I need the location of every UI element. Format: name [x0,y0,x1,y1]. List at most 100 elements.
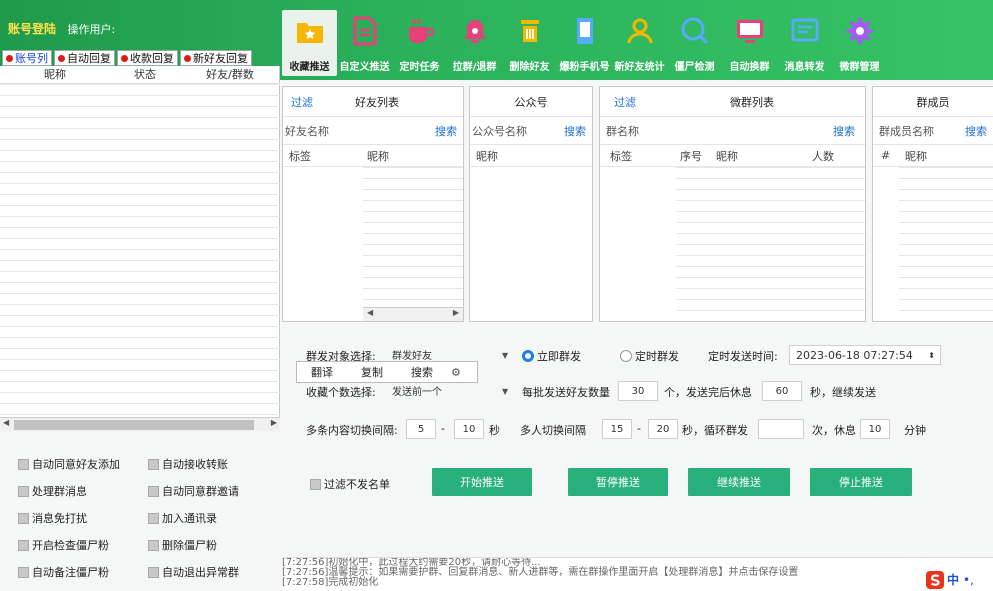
tool-custom-push[interactable]: 自定义推送 [337,10,392,76]
chk-auto-accept-group-invite[interactable]: 自动同意群邀请 [148,483,239,499]
chk-handle-group-msg[interactable]: 处理群消息 [18,483,87,499]
col-nickname[interactable]: 昵称 [716,148,812,164]
groups-search-button[interactable]: 搜索 [833,123,855,139]
chevron-down-icon[interactable]: ▼ [502,387,508,396]
members-list-body[interactable] [873,167,993,321]
scroll-thumb[interactable] [14,420,254,430]
friends-hscroll[interactable]: ◀ ▶ [363,307,463,321]
tool-zombie-check[interactable]: 僵尸检测 [667,10,722,76]
chk-check-zombie[interactable]: 开启检查僵尸粉 [18,537,109,553]
friends-filter-link[interactable]: 过滤 [291,94,313,110]
batch-count-input[interactable]: 30 [618,381,658,401]
ime-indicator[interactable]: 中 •, [926,568,993,591]
col-friend-group-count[interactable]: 好友/群数 [180,66,280,83]
members-search-input[interactable]: 群成员名称 [879,123,934,139]
log-line: [7:27:58]完成初始化 [282,577,379,588]
person-min-input[interactable]: 15 [602,419,632,439]
scroll-left-icon[interactable]: ◀ [3,418,9,427]
tool-label: 爆粉手机号 [559,62,610,73]
tool-delete-friend[interactable]: 删除好友 [502,10,557,76]
tool-join-leave-group[interactable]: 拉群/退群 [447,10,502,76]
search-icon [680,16,710,46]
resume-push-button[interactable]: 继续推送 [688,468,790,496]
timed-send-label: 定时发送时间: [708,350,778,363]
log-output[interactable]: [7:27:56]初始化中，此过程大约需要20秒，请耐心等待... [7:27:… [282,557,993,591]
multi-max-input[interactable]: 10 [454,419,484,439]
login-title[interactable]: 账号登陆 [8,22,56,36]
tool-new-friend-stats[interactable]: 新好友统计 [612,10,667,76]
chk-auto-accept-friend[interactable]: 自动同意好友添加 [18,456,120,472]
loop-count-input[interactable] [758,419,804,439]
tool-label: 拉群/退群 [452,62,497,73]
tab-auto-reply[interactable]: 自动回复 [54,50,115,66]
chk-delete-zombie[interactable]: 删除僵尸粉 [148,537,217,553]
official-list-body[interactable] [470,167,592,321]
col-index[interactable]: 序号 [680,148,716,164]
left-tabs: 账号列 自动回复 收款回复 新好友回复 [2,50,278,66]
scroll-left-icon[interactable]: ◀ [367,308,373,317]
col-nickname[interactable]: 昵称 [905,148,927,164]
range-dash: - [441,422,445,435]
fav-count-select[interactable]: 发送前一个 [386,381,514,399]
target-select-value: 群发好友 [392,350,432,362]
chk-auto-receive-transfer[interactable]: 自动接收转账 [148,456,228,472]
tool-auto-switch-group[interactable]: 自动换群 [722,10,777,76]
chk-label: 删除僵尸粉 [162,539,217,552]
search-action[interactable]: 搜索 [397,364,447,380]
chk-auto-quit-abnormal-group[interactable]: 自动退出异常群 [148,564,239,580]
multi-min-input[interactable]: 5 [406,419,436,439]
copy-action[interactable]: 复制 [347,364,397,380]
scroll-right-icon[interactable]: ▶ [453,308,459,317]
tool-group-manage[interactable]: 微群管理 [832,10,887,76]
radio-send-timed[interactable]: 定时群发 [620,348,679,364]
horizontal-scrollbar[interactable]: ◀ ▶ [0,417,280,431]
scroll-right-icon[interactable]: ▶ [271,418,277,427]
tab-account-list[interactable]: 账号列 [2,50,52,66]
col-nickname[interactable]: 昵称 [367,148,389,164]
col-nickname[interactable]: 昵称 [476,148,498,164]
groups-search-input[interactable]: 群名称 [606,123,639,139]
official-search-button[interactable]: 搜索 [564,123,586,139]
tool-phone-powder[interactable]: 爆粉手机号 [557,10,612,76]
tab-new-friend-reply[interactable]: 新好友回复 [180,50,252,66]
chk-add-to-contacts[interactable]: 加入通讯录 [148,510,217,526]
account-table-body[interactable] [0,84,280,417]
chk-do-not-disturb[interactable]: 消息免打扰 [18,510,87,526]
col-nickname[interactable]: 昵称 [0,66,110,83]
groups-list-body[interactable] [600,167,865,321]
members-search-button[interactable]: 搜索 [965,123,987,139]
pause-push-button[interactable]: 暂停推送 [568,468,668,496]
friends-search-button[interactable]: 搜索 [435,123,457,139]
chk-remark-zombie[interactable]: 自动备注僵尸粉 [18,564,109,580]
rest-seconds-input[interactable]: 60 [762,381,802,401]
tool-favorite-push[interactable]: 收藏推送 [282,10,337,76]
col-tag[interactable]: 标签 [610,148,680,164]
minutes-label: 分钟 [904,424,926,437]
chk-label: 自动同意好友添加 [32,458,120,471]
col-tag[interactable]: 标签 [289,148,367,164]
friends-list-body[interactable] [283,167,463,307]
chevron-down-icon[interactable]: ▼ [502,351,508,360]
group-members-panel: 群成员 群成员名称 搜索 # 昵称 [872,86,993,322]
start-push-button[interactable]: 开始推送 [432,468,532,496]
col-hash[interactable]: # [881,149,905,162]
settings-gear-icon[interactable]: ⚙ [447,366,465,379]
col-status[interactable]: 状态 [110,66,180,83]
person-min-value: 15 [610,423,624,435]
stop-push-button[interactable]: 停止推送 [810,468,912,496]
spinner-icon[interactable]: ⬍ [928,351,935,360]
col-member-count[interactable]: 人数 [812,148,834,164]
tool-timed-task[interactable]: 定时任务 [392,10,447,76]
person-max-input[interactable]: 20 [648,419,678,439]
tool-message-forward[interactable]: 消息转发 [777,10,832,76]
groups-filter-link[interactable]: 过滤 [614,94,636,110]
tab-payment-reply[interactable]: 收款回复 [117,50,178,66]
chk-filter-unsent[interactable]: 过滤不发名单 [310,476,390,492]
rest-minutes-input[interactable]: 10 [860,419,890,439]
translate-action[interactable]: 翻译 [297,364,347,380]
chk-label: 自动同意群邀请 [162,485,239,498]
timed-send-datetime[interactable]: 2023-06-18 07:27:54 ⬍ [789,345,941,365]
radio-send-now[interactable]: 立即群发 [522,348,581,364]
friends-search-input[interactable]: 好友名称 [285,123,329,139]
official-search-input[interactable]: 公众号名称 [472,123,527,139]
